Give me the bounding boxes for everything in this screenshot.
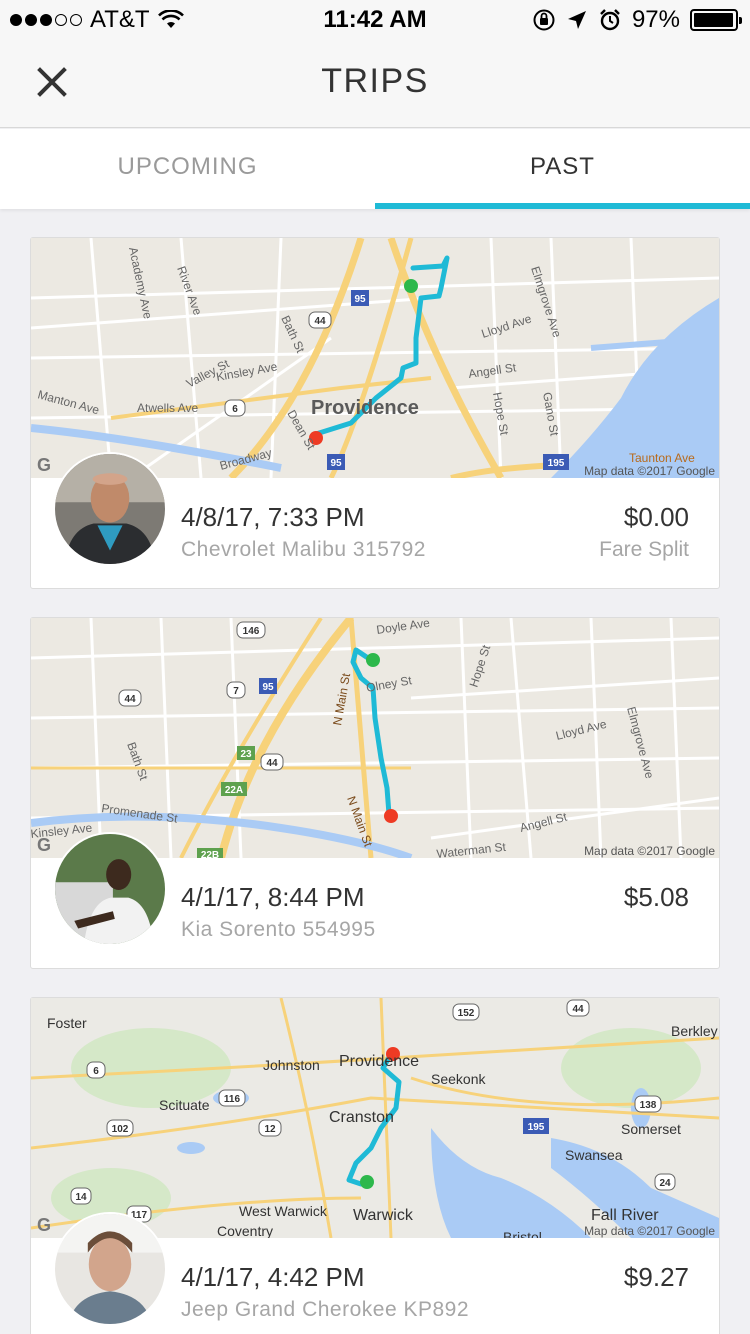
location-arrow-icon — [567, 11, 586, 29]
orientation-lock-icon — [533, 9, 555, 31]
map-street-label: Atwells Ave — [137, 401, 198, 415]
highway-shield: 14 — [75, 1192, 87, 1203]
highway-shield: 12 — [264, 1124, 276, 1135]
status-bar: AT&T 11:42 AM 97% — [0, 0, 750, 40]
map-town-label: Berkley — [671, 1023, 718, 1039]
page-title: TRIPS — [321, 62, 429, 100]
trip-vehicle: Chevrolet Malibu 315792 — [181, 538, 426, 561]
trip-card[interactable]: Doyle Ave Hope St Olney St N Main St Llo… — [30, 617, 720, 969]
trip-card[interactable]: Foster Johnston Providence Seekonk Berkl… — [30, 997, 720, 1334]
trip-list: Providence Academy Ave River Ave Bath St… — [30, 237, 720, 1334]
highway-shield: 152 — [458, 1008, 475, 1019]
map-town-label: Cranston — [329, 1109, 394, 1126]
highway-shield: 95 — [330, 458, 342, 469]
map-town-label: Somerset — [621, 1121, 681, 1137]
trip-vehicle: Kia Sorento 554995 — [181, 918, 376, 941]
highway-shield: 195 — [528, 1122, 545, 1133]
highway-shield: 44 — [314, 316, 326, 327]
map-town-label: Johnston — [263, 1057, 320, 1073]
battery-fill — [694, 13, 733, 27]
trip-date: 4/1/17, 4:42 PM — [181, 1262, 365, 1292]
driver-avatar — [53, 832, 167, 946]
google-logo: G — [37, 1215, 52, 1235]
trip-fare: $0.00 — [623, 502, 689, 532]
trip-map: Doyle Ave Hope St Olney St N Main St Llo… — [31, 618, 719, 858]
google-logo: G — [37, 455, 52, 475]
map-town-label: Coventry — [217, 1223, 273, 1238]
route-map: Doyle Ave Hope St Olney St N Main St Llo… — [31, 618, 719, 858]
map-town-label: Providence — [339, 1053, 419, 1070]
trip-map: Providence Academy Ave River Ave Bath St… — [31, 238, 719, 478]
route-map: Providence Academy Ave River Ave Bath St… — [31, 238, 719, 478]
trip-fare: $5.08 — [623, 882, 689, 912]
highway-shield: 6 — [93, 1066, 99, 1077]
status-icons: 97% — [532, 6, 742, 34]
navigation-header: TRIPS — [0, 40, 750, 128]
trip-fare: $9.27 — [623, 1262, 689, 1292]
highway-shield: 138 — [640, 1100, 657, 1111]
trip-date: 4/8/17, 7:33 PM — [181, 502, 365, 532]
driver-avatar — [53, 452, 167, 566]
driver-avatar — [53, 1212, 167, 1326]
map-credit: Map data ©2017 Google — [584, 1224, 715, 1238]
highway-shield: 6 — [232, 404, 238, 415]
trip-map: Foster Johnston Providence Seekonk Berkl… — [31, 998, 719, 1238]
highway-shield: 22A — [225, 785, 243, 796]
trip-date: 4/1/17, 8:44 PM — [181, 882, 365, 912]
highway-shield: 22B — [201, 850, 219, 858]
highway-shield: 95 — [262, 682, 274, 693]
alarm-icon — [600, 9, 620, 31]
map-town-label: West Warwick — [239, 1203, 328, 1219]
highway-shield: 146 — [243, 626, 260, 637]
highway-shield: 44 — [572, 1004, 584, 1015]
map-town-label: Scituate — [159, 1097, 210, 1113]
trip-vehicle: Jeep Grand Cherokee KP892 — [181, 1298, 470, 1321]
map-town-label: Foster — [47, 1015, 87, 1031]
highway-shield: 7 — [233, 686, 239, 697]
highway-shield: 195 — [548, 458, 565, 469]
map-town-label: Bristol — [503, 1229, 542, 1238]
map-town-label: Seekonk — [431, 1071, 486, 1087]
map-town-label: Warwick — [353, 1207, 414, 1224]
highway-shield: 44 — [266, 758, 278, 769]
battery-icon — [690, 9, 742, 31]
highway-shield: 24 — [659, 1178, 671, 1189]
tab-past[interactable]: PAST — [375, 129, 750, 209]
map-street-label: Taunton Ave — [629, 451, 695, 465]
map-town-label: Swansea — [565, 1147, 623, 1163]
highway-shield: 102 — [112, 1124, 129, 1135]
route-map: Foster Johnston Providence Seekonk Berkl… — [31, 998, 719, 1238]
battery-percent: 97% — [631, 6, 680, 33]
google-logo: G — [37, 835, 52, 855]
highway-shield: 44 — [124, 694, 136, 705]
trip-tabs: UPCOMING PAST — [0, 129, 750, 209]
highway-shield: 116 — [224, 1094, 241, 1105]
map-city-label: Providence — [311, 397, 419, 419]
fare-split-label: Fare Split — [599, 538, 689, 561]
map-credit: Map data ©2017 Google — [584, 464, 715, 478]
tab-upcoming[interactable]: UPCOMING — [0, 129, 375, 209]
map-town-label: Fall River — [591, 1207, 659, 1224]
trip-card[interactable]: Providence Academy Ave River Ave Bath St… — [30, 237, 720, 589]
map-credit: Map data ©2017 Google — [584, 844, 715, 858]
highway-shield: 23 — [240, 749, 252, 760]
highway-shield: 95 — [354, 294, 366, 305]
